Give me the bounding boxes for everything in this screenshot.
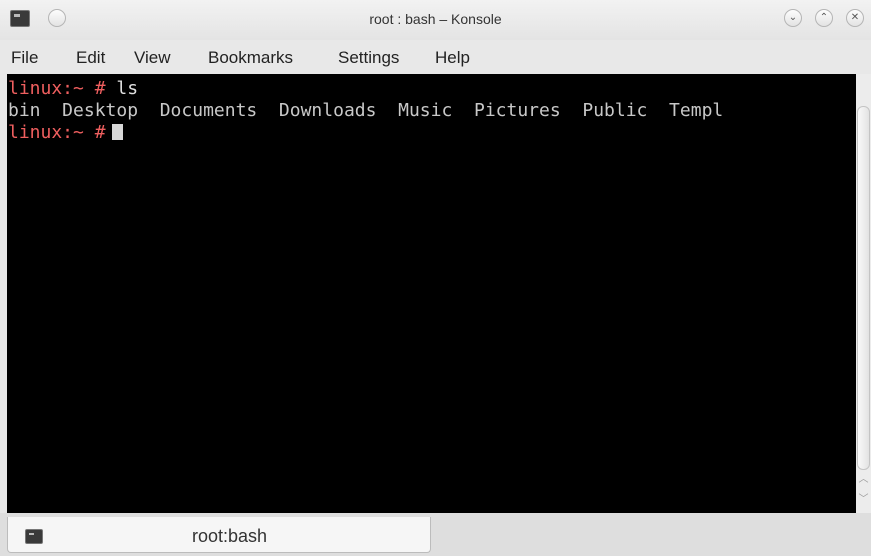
command-output: bin Desktop Documents Downloads Music Pi… bbox=[8, 100, 724, 121]
scroll-down-icon[interactable]: ﹀ bbox=[856, 490, 871, 505]
scrollbar-handle[interactable] bbox=[857, 106, 870, 470]
menu-help[interactable]: Help bbox=[435, 48, 470, 68]
terminal-line: linux:~ # ls bbox=[8, 78, 138, 100]
menu-edit[interactable]: Edit bbox=[76, 48, 105, 68]
command-text: ls bbox=[116, 78, 139, 99]
window-title: root : bash – Konsole bbox=[369, 11, 502, 27]
maximize-button[interactable]: ⌃ bbox=[815, 9, 833, 27]
tab-label: root:bash bbox=[192, 526, 268, 546]
menu-settings[interactable]: Settings bbox=[338, 48, 399, 68]
terminal-line: linux:~ # bbox=[8, 122, 123, 144]
tab-bar: root:bash bbox=[0, 513, 871, 556]
shell-prompt: linux:~ # bbox=[8, 122, 106, 143]
scroll-up-icon[interactable]: ︿ bbox=[856, 470, 871, 485]
terminal-view[interactable]: linux:~ # ls bin Desktop Documents Downl… bbox=[7, 74, 856, 513]
close-button[interactable]: ✕ bbox=[846, 9, 864, 27]
menu-bookmarks[interactable]: Bookmarks bbox=[208, 48, 293, 68]
vertical-scrollbar[interactable]: ︿ ﹀ bbox=[856, 74, 871, 513]
minimize-button[interactable]: ⌄ bbox=[784, 9, 802, 27]
text-cursor bbox=[111, 124, 123, 140]
shell-prompt: linux:~ # bbox=[8, 78, 106, 99]
menu-file[interactable]: File bbox=[11, 48, 38, 68]
terminal-icon bbox=[25, 529, 43, 544]
title-bar: root : bash – Konsole ⌄ ⌃ ✕ bbox=[0, 0, 871, 40]
menu-bar: File Edit View Bookmarks Settings Help bbox=[0, 40, 871, 74]
menu-view[interactable]: View bbox=[134, 48, 171, 68]
tab-root-bash[interactable]: root:bash bbox=[7, 517, 431, 553]
